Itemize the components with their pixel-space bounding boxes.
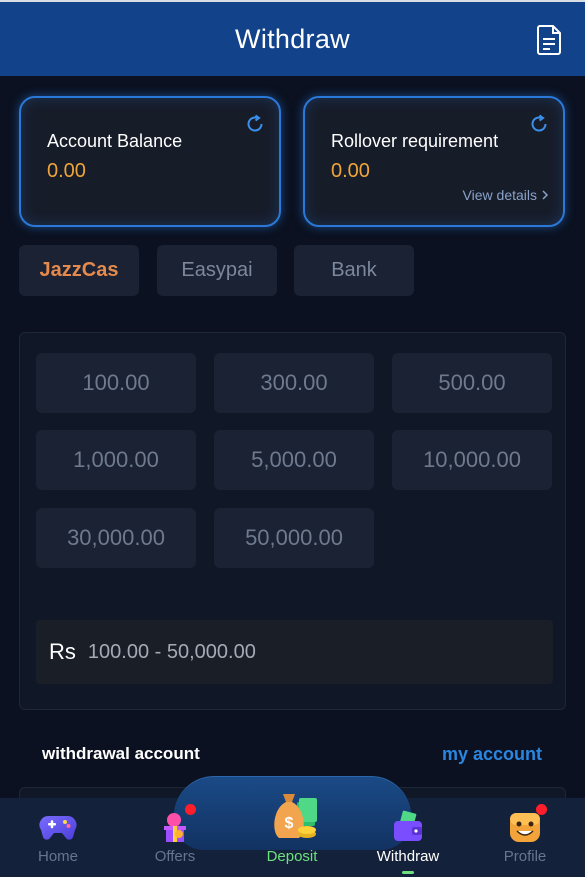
amount-panel: 100.00 300.00 500.00 1,000.00 5,000.00 1… [19,332,566,710]
gamepad-icon [39,815,77,840]
chevron-right-icon [542,190,549,200]
amount-range: 100.00 - 50,000.00 [87,640,256,663]
nav-label: Profile [503,848,547,865]
withdrawal-account-label: withdrawal account [42,744,200,763]
svg-text:$: $ [285,815,294,832]
account-balance-card: Account Balance 0.00 [19,96,281,227]
tab-jazzcash[interactable]: JazzCas [19,245,139,296]
gift-icon [164,813,186,842]
amount-option[interactable]: 1,000.00 [36,430,196,490]
tab-label: Bank [331,259,377,281]
tab-easypaisa[interactable]: Easypai [157,245,277,296]
active-indicator [402,871,414,874]
nav-profile[interactable]: Profile [480,810,570,865]
notification-badge [185,804,196,815]
account-balance-label: Account Balance [47,131,183,151]
nav-label: Deposit [266,848,318,865]
amount-option[interactable]: 500.00 [392,353,552,413]
smiley-icon [510,813,540,842]
nav-label: Offers [154,848,196,865]
amount-option[interactable]: 100.00 [36,353,196,413]
rollover-value: 0.00 [331,160,370,182]
document-icon[interactable] [535,24,563,56]
header: Withdraw [0,0,585,76]
rollover-card: Rollover requirement 0.00 View details [303,96,565,227]
app-root: Withdraw Account Balance 0.00 Rollover r… [0,0,585,877]
money-bag-icon: $ [274,794,317,838]
refresh-icon[interactable] [529,114,549,134]
nav-deposit[interactable]: $ Deposit [247,788,337,865]
amount-option[interactable]: 30,000.00 [36,508,196,568]
currency-label: Rs [49,639,76,664]
nav-withdraw[interactable]: Withdraw [363,810,453,865]
tab-label: JazzCas [39,259,119,281]
tab-label: Easypai [181,259,253,281]
tab-bank[interactable]: Bank [294,245,414,296]
view-details-label: View details [462,187,537,203]
account-balance-value: 0.00 [47,160,86,182]
wallet-icon [394,810,422,841]
rollover-label: Rollover requirement [331,131,499,151]
amount-option[interactable]: 5,000.00 [214,430,374,490]
page-title: Withdraw [235,23,350,54]
amount-option[interactable]: 300.00 [214,353,374,413]
refresh-icon[interactable] [245,114,265,134]
nav-offers[interactable]: Offers [130,810,220,865]
nav-label: Home [37,848,78,865]
my-account-link[interactable]: my account [442,744,542,765]
notification-badge [536,804,547,815]
amount-option[interactable]: 10,000.00 [392,430,552,490]
nav-home[interactable]: Home [13,810,103,865]
nav-label: Withdraw [376,848,440,865]
view-details-link[interactable]: View details [463,187,549,203]
amount-input[interactable]: Rs 100.00 - 50,000.00 [36,620,553,684]
amount-option[interactable]: 50,000.00 [214,508,374,568]
